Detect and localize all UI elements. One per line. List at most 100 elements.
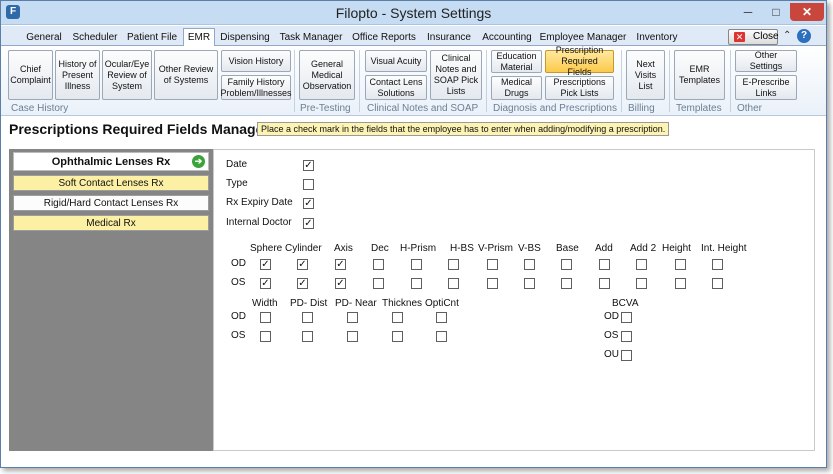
nav-item-soft-contact-lenses[interactable]: Soft Contact Lenses Rx: [13, 175, 209, 191]
visual-acuity-button[interactable]: Visual Acuity: [365, 50, 427, 72]
tab-patient-file[interactable]: Patient File: [123, 29, 181, 46]
checkbox-os-width[interactable]: [260, 331, 271, 342]
maximize-icon[interactable]: □: [762, 3, 790, 21]
checkbox-od-cylinder[interactable]: ✓: [297, 259, 308, 270]
checkbox-os-sphere[interactable]: ✓: [260, 278, 271, 289]
checkbox-bcva-od[interactable]: [621, 312, 632, 323]
family-history-button[interactable]: Family History Problem/Illnesses: [221, 75, 292, 100]
row-label-od: OD: [231, 258, 246, 269]
prescription-required-fields-button[interactable]: Prescription Required Fields: [545, 45, 614, 77]
tab-inventory[interactable]: Inventory: [631, 29, 683, 46]
tab-office-reports[interactable]: Office Reports: [348, 29, 420, 46]
row-label-os: OS: [231, 330, 246, 341]
checkbox-type[interactable]: [303, 179, 314, 190]
ribbon-divider: [621, 50, 622, 112]
vision-history-button[interactable]: Vision History: [221, 50, 291, 72]
tab-dispensing[interactable]: Dispensing: [217, 29, 273, 46]
column-header-width: Width: [252, 298, 278, 309]
tab-task-manager[interactable]: Task Manager: [277, 29, 345, 46]
close-icon: ✕: [734, 32, 745, 42]
nav-item-rigid-contact-lenses[interactable]: Rigid/Hard Contact Lenses Rx: [13, 195, 209, 211]
checkbox-os-h-prism[interactable]: [411, 278, 422, 289]
checkbox-od-base[interactable]: [561, 259, 572, 270]
window-close-icon[interactable]: ✕: [790, 3, 824, 21]
education-material-button[interactable]: Education Material: [491, 50, 542, 73]
group-label-pre-testing: Pre-Testing: [300, 103, 351, 114]
checkbox-od-pd-near[interactable]: [347, 312, 358, 323]
checkbox-od-dec[interactable]: [373, 259, 384, 270]
checkbox-od-add[interactable]: [599, 259, 610, 270]
e-prescribe-links-button[interactable]: E-Prescribe Links: [735, 75, 797, 100]
checkbox-od-axis[interactable]: ✓: [335, 259, 346, 270]
checkbox-od-add-2[interactable]: [636, 259, 647, 270]
next-visits-list-button[interactable]: Next Visits List: [626, 50, 665, 100]
checkbox-os-opticnt[interactable]: [436, 331, 447, 342]
chief-complaint-button[interactable]: Chief Complaint: [8, 50, 53, 100]
nav-item-medical-rx[interactable]: Medical Rx: [13, 215, 209, 231]
checkbox-od-h-prism[interactable]: [411, 259, 422, 270]
tab-employee-manager[interactable]: Employee Manager: [538, 29, 628, 46]
checkbox-od-opticnt[interactable]: [436, 312, 447, 323]
checkbox-od-v-prism[interactable]: [487, 259, 498, 270]
checkbox-os-h-bs[interactable]: [448, 278, 459, 289]
checkbox-os-axis[interactable]: ✓: [335, 278, 346, 289]
other-settings-button[interactable]: Other Settings: [735, 50, 797, 72]
checkbox-date[interactable]: ✓: [303, 160, 314, 171]
checkbox-os-v-prism[interactable]: [487, 278, 498, 289]
group-label-templates: Templates: [676, 103, 722, 114]
checkbox-od-thicknes[interactable]: [392, 312, 403, 323]
checkbox-os-dec[interactable]: [373, 278, 384, 289]
field-label-date: Date: [226, 159, 248, 170]
ocular-review-button[interactable]: Ocular/Eye Review of System: [102, 50, 152, 100]
column-header-int-height: Int. Height: [701, 243, 747, 254]
checkbox-os-base[interactable]: [561, 278, 572, 289]
checkbox-od-sphere[interactable]: ✓: [260, 259, 271, 270]
checkbox-os-cylinder[interactable]: ✓: [297, 278, 308, 289]
bcva-title: BCVA: [612, 298, 639, 309]
ribbon-divider: [486, 50, 487, 112]
checkbox-os-pd-near[interactable]: [347, 331, 358, 342]
checkbox-od-v-bs[interactable]: [524, 259, 535, 270]
arrow-right-icon: ➔: [192, 155, 205, 168]
tab-scheduler[interactable]: Scheduler: [69, 29, 121, 46]
checkbox-od-h-bs[interactable]: [448, 259, 459, 270]
column-header-add-2: Add 2: [630, 243, 657, 254]
checkbox-bcva-ou[interactable]: [621, 350, 632, 361]
collapse-ribbon-icon[interactable]: ⌃: [783, 30, 791, 41]
medical-drugs-button[interactable]: Medical Drugs: [491, 76, 542, 100]
tab-accounting[interactable]: Accounting: [478, 29, 536, 46]
other-review-systems-button[interactable]: Other Review of Systems: [154, 50, 218, 100]
required-fields-panel: Date ✓ Type Rx Expiry Date ✓ Internal Doctor ✓…: [213, 149, 815, 451]
bcva-row-label-od: OD: [604, 311, 619, 322]
checkbox-os-int-height[interactable]: [712, 278, 723, 289]
close-button[interactable]: ✕ Close: [728, 29, 779, 45]
nav-item-ophthalmic-lenses[interactable]: Ophthalmic Lenses Rx ➔: [13, 152, 209, 171]
contact-lens-solutions-button[interactable]: Contact Lens Solutions: [365, 75, 427, 100]
column-header-axis: Axis: [334, 243, 353, 254]
checkbox-od-int-height[interactable]: [712, 259, 723, 270]
checkbox-os-pd-dist[interactable]: [302, 331, 313, 342]
checkbox-od-pd-dist[interactable]: [302, 312, 313, 323]
tab-general[interactable]: General: [21, 29, 67, 46]
checkbox-os-add[interactable]: [599, 278, 610, 289]
checkbox-rx-expiry-date[interactable]: ✓: [303, 198, 314, 209]
tab-insurance[interactable]: Insurance: [423, 29, 475, 46]
checkbox-os-height[interactable]: [675, 278, 686, 289]
group-label-billing: Billing: [628, 103, 655, 114]
checkbox-os-thicknes[interactable]: [392, 331, 403, 342]
history-present-illness-button[interactable]: History of Present Illness: [55, 50, 100, 100]
checkbox-od-width[interactable]: [260, 312, 271, 323]
checkbox-bcva-os[interactable]: [621, 331, 632, 342]
emr-templates-button[interactable]: EMR Templates: [674, 50, 725, 100]
tab-emr[interactable]: EMR: [183, 28, 215, 47]
checkbox-od-height[interactable]: [675, 259, 686, 270]
checkbox-internal-doctor[interactable]: ✓: [303, 218, 314, 229]
column-header-pd-dist: PD- Dist: [290, 298, 328, 309]
checkbox-os-add-2[interactable]: [636, 278, 647, 289]
help-icon[interactable]: ?: [797, 29, 811, 43]
minimize-icon[interactable]: ─: [734, 3, 762, 21]
clinical-notes-soap-button[interactable]: Clinical Notes and SOAP Pick Lists: [430, 50, 482, 100]
checkbox-os-v-bs[interactable]: [524, 278, 535, 289]
general-medical-observation-button[interactable]: General Medical Observation: [299, 50, 355, 100]
prescriptions-pick-lists-button[interactable]: Prescriptions Pick Lists: [545, 76, 614, 100]
